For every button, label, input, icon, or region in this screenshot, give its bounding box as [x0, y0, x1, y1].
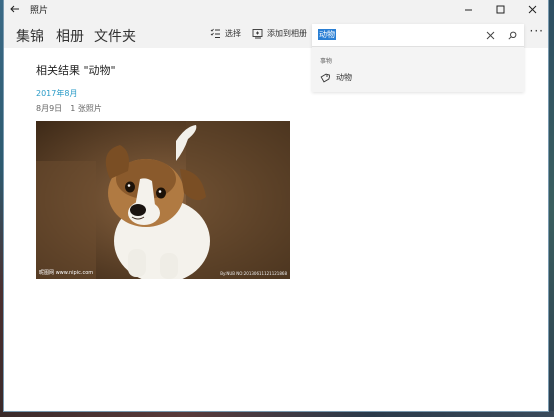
add-to-album-button[interactable]: 添加到相册: [252, 28, 307, 39]
close-icon: [486, 31, 494, 39]
minimize-button[interactable]: [452, 0, 484, 18]
search-panel: 动物 事物 动物: [312, 24, 524, 92]
tab-albums[interactable]: 相册: [56, 26, 84, 46]
date-meta: 8月9日 1 张照片: [36, 103, 102, 114]
photos-app-window: 照片 集锦 相册 文件夹 选择 添加到相册 ··· 相关结果 "动物" 2017…: [4, 0, 548, 411]
select-label: 选择: [225, 29, 241, 38]
clear-search-button[interactable]: [484, 29, 496, 41]
search-selected-text: 动物: [318, 29, 336, 40]
back-button[interactable]: [4, 0, 26, 18]
add-to-album-label: 添加到相册: [267, 29, 307, 38]
desktop-bottom-strip: [0, 411, 554, 417]
photo-count: 1 张照片: [70, 104, 102, 113]
maximize-icon: [496, 5, 504, 13]
photo-thumbnail[interactable]: 昵图网 www.nipic.com By:NUB NO:201306111211…: [36, 121, 290, 279]
title-bar: 照片: [4, 0, 548, 18]
search-button[interactable]: [506, 29, 518, 41]
tag-icon: [320, 73, 330, 82]
search-box: 动物: [312, 24, 524, 47]
close-button[interactable]: [516, 0, 548, 18]
maximize-button[interactable]: [484, 0, 516, 18]
select-button[interactable]: 选择: [210, 28, 241, 39]
album-add-icon: [252, 29, 263, 39]
date-label: 8月9日: [36, 104, 63, 113]
results-title: 相关结果 "动物": [36, 64, 116, 77]
watermark-right: By:NUB NO:20130611121121868: [220, 271, 287, 276]
tab-collection[interactable]: 集锦: [16, 26, 44, 46]
minimize-icon: [464, 9, 472, 10]
close-icon: [528, 5, 536, 13]
checklist-icon: [210, 28, 220, 38]
watermark-left: 昵图网 www.nipic.com: [39, 270, 94, 276]
search-results-area: 相关结果 "动物" 2017年8月 8月9日 1 张照片 昵图网 www.nip…: [4, 48, 548, 411]
month-header[interactable]: 2017年8月: [36, 88, 77, 99]
suggestion-item[interactable]: 动物: [320, 72, 352, 83]
desktop-right-strip: [548, 0, 554, 417]
arrow-left-icon: [10, 5, 19, 13]
suggestion-header: 事物: [320, 58, 333, 65]
app-title: 照片: [30, 5, 49, 16]
suggestion-label: 动物: [336, 73, 352, 82]
search-icon: [507, 31, 516, 40]
more-options-button[interactable]: ···: [530, 24, 544, 38]
puppy-image: [36, 121, 290, 279]
tab-folders[interactable]: 文件夹: [94, 26, 136, 46]
window-controls: [452, 0, 548, 18]
search-input[interactable]: [318, 28, 468, 42]
